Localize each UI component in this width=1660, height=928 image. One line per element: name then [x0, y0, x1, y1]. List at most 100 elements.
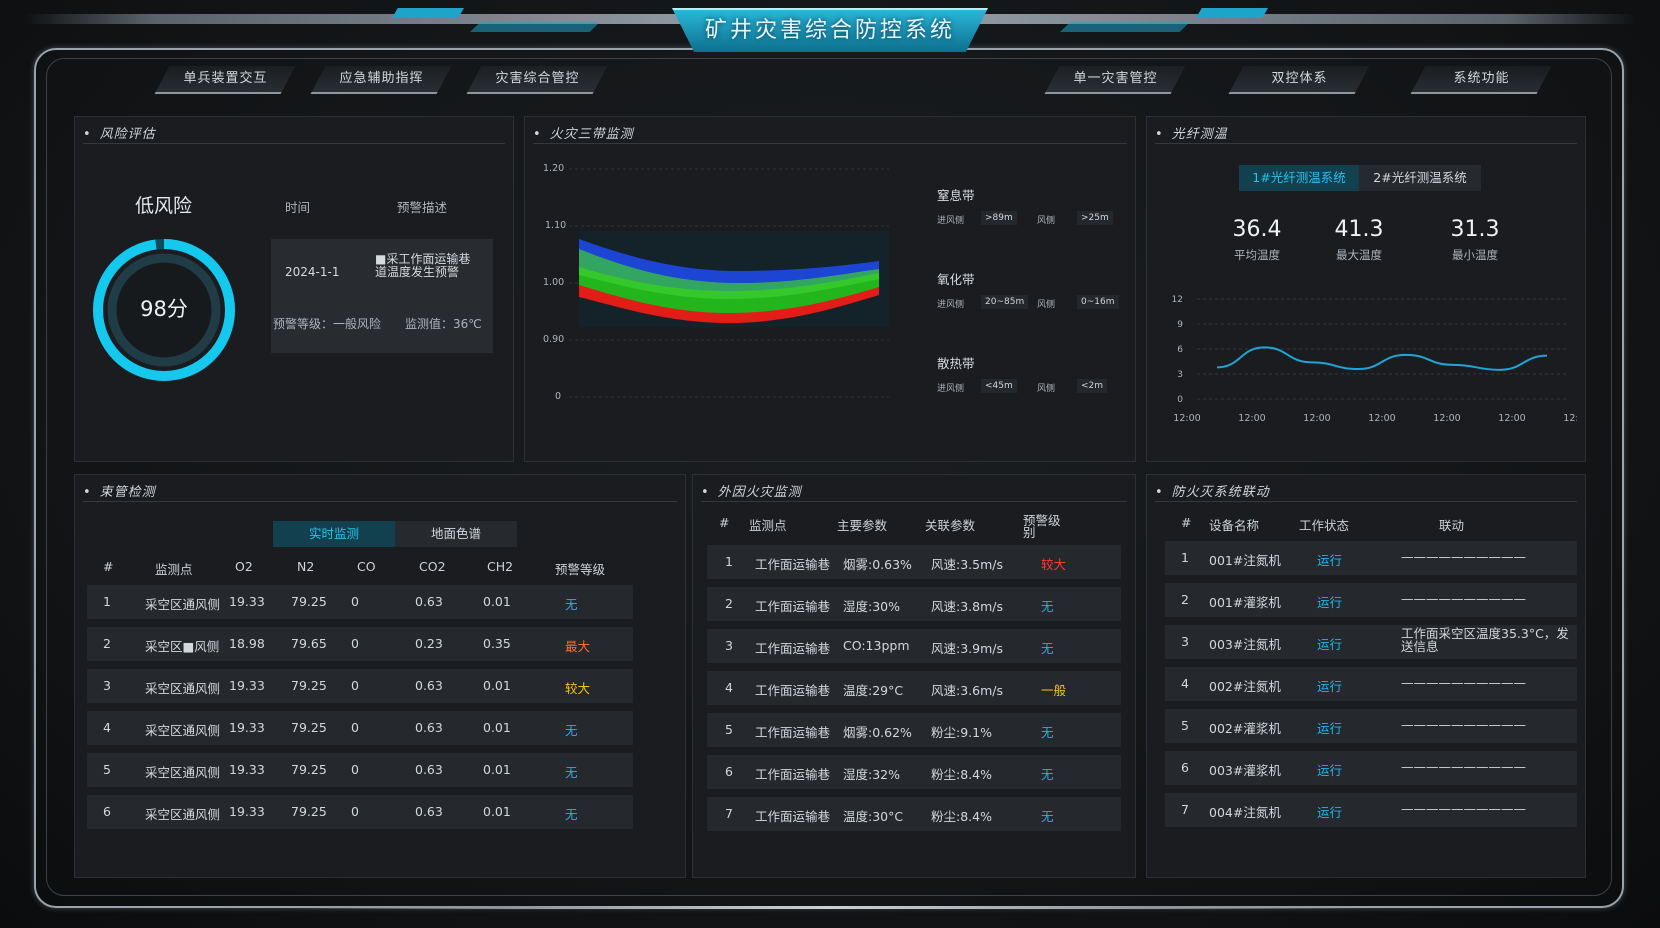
table-row[interactable]: 4 工作面运输巷 温度:29°C 风速:3.6m/s 一般: [707, 671, 1121, 705]
device-name: 001#灌浆机: [1209, 595, 1281, 610]
nav-tab-emergency-command[interactable]: 应急辅助指挥: [310, 66, 452, 94]
table-row[interactable]: 5 采空区通风侧 19.33 79.25 0 0.63 0.01 无: [87, 753, 633, 787]
co-value: 0: [351, 804, 359, 819]
panel-title: 束管检测: [83, 481, 156, 500]
table-row[interactable]: 2 001#灌浆机 运行 ——————————: [1165, 583, 1577, 617]
divider: [83, 501, 677, 502]
table-row[interactable]: 2 工作面运输巷 湿度:30% 风速:3.8m/s 无: [707, 587, 1121, 621]
warning-level: 无: [1041, 767, 1054, 782]
table-row[interactable]: 4 002#注氮机 运行 ——————————: [1165, 667, 1577, 701]
table-row[interactable]: 6 工作面运输巷 湿度:32% 粉尘:8.4% 无: [707, 755, 1121, 789]
column-header: #: [103, 559, 114, 574]
min-temp-label: 最小温度: [1452, 248, 1498, 262]
o2-value: 19.33: [229, 678, 265, 693]
nav-tab-single-device[interactable]: 单兵装置交互: [154, 66, 296, 94]
y-tick: 1.00: [543, 277, 565, 288]
work-status: 运行: [1317, 595, 1343, 610]
o2-value: 19.33: [229, 594, 265, 609]
column-header: 监测点: [749, 518, 787, 533]
ch2-value: 0.01: [483, 678, 511, 693]
co-value: 0: [351, 636, 359, 651]
work-status: 运行: [1317, 679, 1343, 694]
main-param: 温度:30°C: [843, 809, 904, 824]
related-param: 风速:3.8m/s: [931, 599, 1003, 614]
warning-level: 无: [1041, 809, 1054, 824]
panel-title: 光纤测温: [1155, 123, 1228, 142]
tab-fiber-1[interactable]: 1#光纤测温系统: [1239, 165, 1359, 191]
linkage-info: ——————————: [1401, 591, 1526, 606]
panel-title: 外因火灾监测: [701, 481, 802, 500]
table-row[interactable]: 5 002#灌浆机 运行 ——————————: [1165, 709, 1577, 743]
nav-tab-disaster-control[interactable]: 灾害综合管控: [466, 66, 608, 94]
column-header: O2: [235, 559, 253, 574]
co-value: 0: [351, 720, 359, 735]
table-row[interactable]: 3 采空区通风侧 19.33 79.25 0 0.63 0.01 较大: [87, 669, 633, 703]
nav-label: 系统功能: [1453, 71, 1510, 86]
table-row[interactable]: 3 003#注氮机 运行 工作面采空区温度35.3°C，发送信息: [1165, 625, 1577, 659]
divider: [1155, 501, 1577, 502]
row-index: 6: [1181, 760, 1189, 775]
x-tick-label: 12:00: [1368, 413, 1395, 424]
device-name: 004#注氮机: [1209, 805, 1281, 820]
warning-level: 无: [565, 723, 578, 738]
table-row[interactable]: 1 001#注氮机 运行 ——————————: [1165, 541, 1577, 575]
column-header: N2: [297, 559, 315, 574]
dashboard: 矿井灾害综合防控系统 单兵装置交互 应急辅助指挥 灾害综合管控 单一灾害管控 双…: [0, 0, 1660, 928]
table-row[interactable]: 1 采空区通风侧 19.33 79.25 0 0.63 0.01 无: [87, 585, 633, 619]
y-tick: 0.90: [543, 334, 565, 345]
header-deco-right: [1196, 8, 1268, 18]
column-header: 工作状态: [1299, 518, 1350, 533]
fiber-temp-chart: 12 9 6 3 0 12:00 12:00 12:00 12:00 12:00 12:00 12:0…: [1172, 295, 1577, 424]
column-header: 监测点: [155, 562, 193, 577]
y-tick-label: 6: [1177, 345, 1183, 355]
ch2-value: 0.01: [483, 594, 511, 609]
table-row[interactable]: 1 工作面运输巷 烟雾:0.63% 风速:3.5m/s 较大: [707, 545, 1121, 579]
co2-value: 0.63: [415, 804, 443, 819]
tab-fiber-2[interactable]: 2#光纤测温系统: [1359, 165, 1481, 191]
y-tick-label: 12: [1172, 295, 1183, 305]
device-name: 002#注氮机: [1209, 679, 1281, 694]
divider: [533, 143, 1127, 144]
ch2-value: 0.01: [483, 762, 511, 777]
tab-realtime[interactable]: 实时监测: [273, 521, 395, 547]
column-header: 关联参数: [925, 518, 976, 533]
monitor-point: 采空区通风侧: [145, 723, 221, 738]
x-tick-label: 12:00: [1498, 413, 1525, 424]
row-index: 3: [1181, 634, 1189, 649]
min-temp-value: 31.3: [1450, 217, 1500, 242]
table-row[interactable]: 4 采空区通风侧 19.33 79.25 0 0.63 0.01 无: [87, 711, 633, 745]
table-row[interactable]: 5 工作面运输巷 烟雾:0.62% 粉尘:9.1% 无: [707, 713, 1121, 747]
monitor-point: 工作面运输巷: [755, 599, 831, 614]
nav-label: 应急辅助指挥: [339, 71, 424, 86]
related-param: 风速:3.6m/s: [931, 683, 1003, 698]
nav-label: 灾害综合管控: [495, 71, 580, 86]
table-row[interactable]: 2 采空区■风侧 18.98 79.65 0 0.23 0.35 最大: [87, 627, 633, 661]
nav-tab-dual-control[interactable]: 双控体系: [1228, 66, 1370, 94]
linkage-info: ——————————: [1401, 675, 1526, 690]
table-row[interactable]: 7 工作面运输巷 温度:30°C 粉尘:8.4% 无: [707, 797, 1121, 831]
n2-value: 79.25: [291, 678, 327, 693]
temperature-series-line: [1216, 346, 1548, 371]
o2-value: 18.98: [229, 636, 265, 651]
co2-value: 0.63: [415, 762, 443, 777]
monitor-value: 监测值：36℃: [405, 317, 482, 331]
row-index: 1: [725, 554, 733, 569]
warning-level: 无: [1041, 725, 1054, 740]
nav-tab-system-functions[interactable]: 系统功能: [1410, 66, 1552, 94]
table-row[interactable]: 3 工作面运输巷 CO:13ppm 风速:3.9m/s 无: [707, 629, 1121, 663]
x-tick-label: 12:00: [1433, 413, 1460, 424]
nav-tab-single-disaster[interactable]: 单一灾害管控: [1044, 66, 1186, 94]
work-status: 运行: [1317, 763, 1343, 778]
row-index: 2: [1181, 592, 1189, 607]
x-tick-label: 12:00: [1173, 413, 1200, 424]
table-row[interactable]: 6 采空区通风侧 19.33 79.25 0 0.63 0.01 无: [87, 795, 633, 829]
tab-ground-chromatography[interactable]: 地面色谱: [395, 521, 517, 547]
main-param: 烟雾:0.63%: [843, 557, 912, 572]
zone-in-value: >89m: [981, 211, 1017, 225]
row-index: 4: [725, 680, 733, 695]
table-row[interactable]: 6 003#灌浆机 运行 ——————————: [1165, 751, 1577, 785]
co2-value: 0.23: [415, 636, 443, 651]
co-value: 0: [351, 594, 359, 609]
table-row[interactable]: 7 004#注氮机 运行 ——————————: [1165, 793, 1577, 827]
main-param: 温度:29°C: [843, 683, 904, 698]
